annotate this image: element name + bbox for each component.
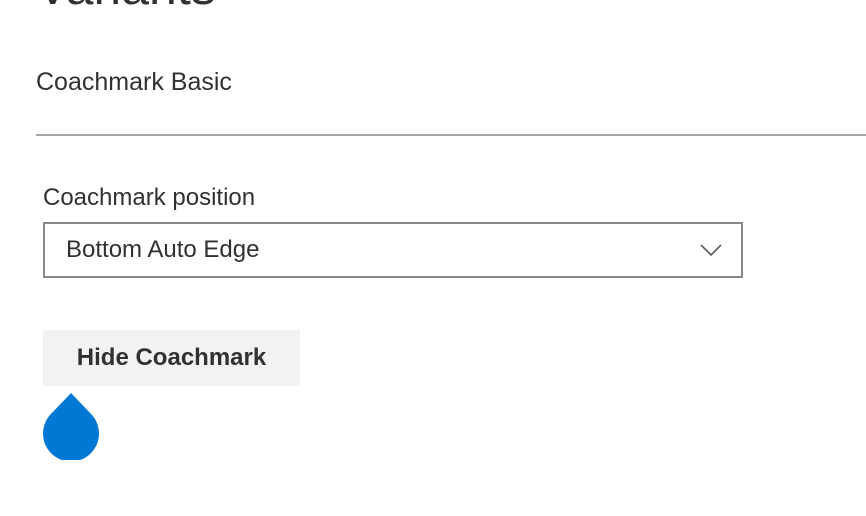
coachmark-beacon-icon[interactable] bbox=[43, 392, 99, 460]
chevron-down-icon bbox=[700, 244, 722, 257]
example-title: Coachmark Basic bbox=[36, 68, 232, 96]
section-title: Variants bbox=[36, 0, 216, 12]
divider bbox=[36, 134, 866, 136]
page: Variants Coachmark Basic Coachmark posit… bbox=[0, 0, 866, 516]
hide-coachmark-button[interactable]: Hide Coachmark bbox=[43, 330, 300, 386]
coachmark-position-label: Coachmark position bbox=[43, 184, 256, 211]
coachmark-position-dropdown[interactable]: Bottom Auto Edge bbox=[43, 222, 743, 278]
dropdown-selected-value: Bottom Auto Edge bbox=[66, 236, 260, 263]
